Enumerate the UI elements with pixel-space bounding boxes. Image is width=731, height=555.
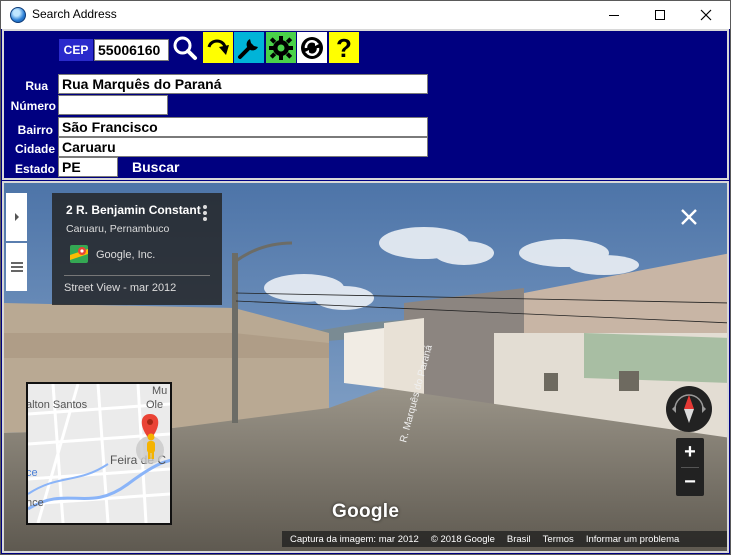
numero-field[interactable] (58, 95, 168, 115)
bairro-field[interactable]: São Francisco (58, 117, 428, 137)
gear-icon (269, 35, 293, 60)
menu-button[interactable] (6, 243, 27, 291)
refresh-button[interactable] (297, 32, 327, 63)
cidade-field[interactable]: Caruaru (58, 137, 428, 157)
numero-label: Número (10, 99, 56, 113)
redo-icon (207, 39, 229, 55)
map-label-2: Ole (146, 399, 163, 411)
map-label-5: ce (28, 467, 38, 479)
buscar-button[interactable]: Buscar (132, 159, 179, 175)
compass-icon (672, 394, 706, 423)
side-panel-expand-button[interactable] (6, 193, 27, 241)
close-button[interactable] (683, 1, 729, 29)
help-button[interactable]: ? (329, 32, 359, 63)
zoom-in-button[interactable]: + (676, 438, 704, 467)
cep-input[interactable]: 55006160 (94, 39, 169, 61)
app-window: Search Address CEP 55006160 ? Rua Rua Ma… (0, 0, 731, 555)
street-view-close-icon[interactable] (679, 207, 699, 227)
cep-label: CEP (59, 39, 93, 61)
maximize-icon (655, 10, 665, 20)
minimap[interactable]: Mu Ole alton Santos Feira de C ce nce (26, 382, 172, 525)
wrench-icon (238, 38, 258, 59)
refresh-icon (301, 36, 323, 59)
search-button[interactable] (170, 32, 200, 63)
card-divider (64, 275, 210, 276)
more-options-icon[interactable] (203, 205, 207, 221)
minimize-button[interactable] (591, 1, 637, 29)
rua-field[interactable]: Rua Marquês do Paraná (58, 74, 428, 94)
bairro-label: Bairro (17, 123, 53, 137)
minimize-icon (609, 14, 619, 16)
minimap-roads: Mu Ole alton Santos Feira de C ce nce (28, 384, 170, 523)
app-globe-icon (10, 7, 26, 23)
rua-label: Rua (25, 79, 48, 93)
map-label-1: Mu (152, 385, 167, 397)
gear-button[interactable] (266, 32, 296, 63)
estado-field[interactable]: PE (58, 157, 118, 177)
card-subtitle: Caruaru, Pernambuco (66, 223, 170, 235)
location-info-card: 2 R. Benjamin Constant Caruaru, Pernambu… (52, 193, 222, 305)
maximize-button[interactable] (637, 1, 683, 29)
street-view-panel[interactable]: R. Marquês do Paraná 2 R. Benjamin Const… (2, 181, 729, 553)
map-label-6: nce (28, 497, 44, 509)
street-view-footer: Captura da imagem: mar 2012 © 2018 Googl… (282, 531, 727, 547)
report-problem-link[interactable]: Informar um problema (586, 534, 679, 545)
compass-button[interactable] (666, 386, 712, 432)
cidade-label: Cidade (14, 142, 55, 156)
hamburger-icon (10, 262, 23, 272)
search-icon (173, 36, 197, 60)
terms-link[interactable]: Termos (543, 534, 574, 545)
settings-wrench-button[interactable] (234, 32, 264, 63)
zoom-out-button[interactable]: − (676, 468, 704, 497)
card-title: 2 R. Benjamin Constant (66, 203, 201, 217)
chevron-right-icon (14, 213, 19, 221)
zoom-controls: + − (676, 438, 704, 496)
window-title: Search Address (32, 7, 117, 21)
capture-date: Captura da imagem: mar 2012 (290, 533, 419, 545)
help-icon: ? (336, 32, 352, 63)
google-logo: Google (332, 501, 400, 522)
country-link[interactable]: Brasil (507, 534, 531, 545)
title-bar: Search Address (1, 1, 730, 29)
google-maps-icon (70, 245, 88, 263)
map-label-3: alton Santos (28, 399, 88, 411)
redo-button[interactable] (203, 32, 233, 63)
address-form: CEP 55006160 ? Rua Rua Marquês do Paraná… (2, 29, 729, 180)
card-date: Street View - mar 2012 (64, 282, 177, 294)
close-icon (700, 9, 712, 21)
estado-label: Estado (14, 162, 55, 176)
card-author[interactable]: Google, Inc. (96, 249, 155, 261)
copyright: © 2018 Google (430, 533, 495, 545)
